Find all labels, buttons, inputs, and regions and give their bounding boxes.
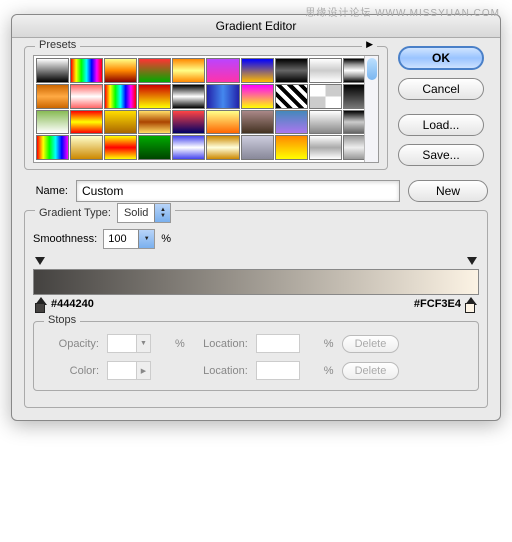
gradient-bar[interactable] [33, 269, 479, 295]
presets-scrollbar[interactable] [364, 56, 378, 162]
preset-swatch[interactable] [206, 110, 239, 135]
smoothness-label: Smoothness: [33, 233, 97, 245]
preset-swatch[interactable] [36, 84, 69, 109]
preset-swatch[interactable] [241, 58, 274, 83]
gradient-type-group: Gradient Type: Solid ▲▼ Smoothness: ▼ % … [24, 210, 488, 408]
opacity-label: Opacity: [44, 338, 99, 350]
preset-swatch[interactable] [275, 58, 308, 83]
preset-swatch[interactable] [138, 58, 171, 83]
preset-swatch[interactable] [309, 110, 342, 135]
dropdown-arrow-icon: ▼ [138, 230, 154, 248]
left-hex-label: #444240 [51, 298, 94, 310]
gradient-type-label: Gradient Type: [39, 207, 111, 219]
name-input[interactable] [76, 180, 400, 202]
opacity-stop-right[interactable] [467, 257, 477, 267]
opacity-field[interactable]: ▼ [107, 334, 151, 353]
color-location-field[interactable] [256, 361, 300, 380]
ok-button[interactable]: OK [398, 46, 484, 70]
preset-swatch[interactable] [172, 84, 205, 109]
gradient-type-value: Solid [118, 207, 154, 219]
preset-swatch[interactable] [241, 135, 274, 160]
preset-swatch[interactable] [309, 135, 342, 160]
preset-swatch[interactable] [36, 110, 69, 135]
preset-swatch[interactable] [206, 135, 239, 160]
preset-swatch[interactable] [309, 84, 342, 109]
preset-swatch[interactable] [172, 135, 205, 160]
opacity-location-field[interactable] [256, 334, 300, 353]
opacity-location-label: Location: [193, 338, 248, 350]
opacity-stop-left[interactable] [35, 257, 45, 267]
color-field[interactable]: ▶ [107, 361, 151, 380]
presets-flyout-icon[interactable]: ▶ [362, 39, 377, 50]
preset-swatch[interactable] [309, 58, 342, 83]
preset-swatch[interactable] [138, 135, 171, 160]
right-hex-label: #FCF3E4 [414, 298, 461, 310]
gradient-type-select[interactable]: Solid ▲▼ [117, 203, 171, 223]
color-stop-left[interactable] [35, 297, 47, 311]
preset-swatch[interactable] [104, 58, 137, 83]
preset-swatch[interactable] [275, 135, 308, 160]
name-label: Name: [24, 185, 68, 197]
preset-swatch[interactable] [275, 110, 308, 135]
preset-swatch[interactable] [104, 135, 137, 160]
preset-swatch[interactable] [70, 58, 103, 83]
color-stop-right[interactable] [465, 297, 477, 311]
opacity-location-pct: % [324, 338, 334, 350]
preset-swatch[interactable] [70, 135, 103, 160]
scrollbar-thumb[interactable] [367, 58, 377, 80]
presets-group: Presets ▶ [24, 46, 388, 170]
preset-swatch[interactable] [241, 110, 274, 135]
chevron-down-icon: ▶ [136, 362, 150, 379]
new-button[interactable]: New [408, 180, 488, 202]
load-button[interactable]: Load... [398, 114, 484, 136]
watermark-text: 思缘设计论坛 WWW.MISSYUAN.COM [305, 4, 500, 19]
gradient-type-row: Gradient Type: Solid ▲▼ [35, 203, 175, 223]
preset-swatch[interactable] [172, 58, 205, 83]
preset-swatch[interactable] [172, 110, 205, 135]
preset-swatch[interactable] [70, 84, 103, 109]
preset-swatch[interactable] [104, 84, 137, 109]
save-button[interactable]: Save... [398, 144, 484, 166]
chevron-down-icon: ▼ [136, 335, 150, 352]
preset-swatch[interactable] [36, 135, 69, 160]
preset-swatch[interactable] [104, 110, 137, 135]
smoothness-input[interactable] [104, 231, 138, 247]
cancel-button[interactable]: Cancel [398, 78, 484, 100]
color-location-pct: % [324, 365, 334, 377]
color-delete-button[interactable]: Delete [342, 362, 400, 380]
preset-swatch[interactable] [36, 58, 69, 83]
smoothness-unit: % [161, 233, 171, 245]
dropdown-arrows-icon: ▲▼ [154, 204, 170, 222]
gradient-editor-dialog: Gradient Editor Presets ▶ OK Cancel Load… [11, 14, 501, 421]
preset-swatch[interactable] [70, 110, 103, 135]
smoothness-field[interactable]: ▼ [103, 229, 155, 249]
stops-label: Stops [44, 314, 80, 326]
presets-label: Presets [35, 39, 80, 51]
opacity-delete-button[interactable]: Delete [342, 335, 400, 353]
color-location-label: Location: [193, 365, 248, 377]
color-label: Color: [44, 365, 99, 377]
preset-swatch[interactable] [206, 58, 239, 83]
presets-grid[interactable] [33, 55, 379, 163]
preset-swatch[interactable] [206, 84, 239, 109]
stops-group: Stops Opacity: ▼ % Location: % Delete Co… [33, 321, 479, 391]
opacity-pct: % [175, 338, 185, 350]
preset-swatch[interactable] [275, 84, 308, 109]
preset-swatch[interactable] [241, 84, 274, 109]
preset-swatch[interactable] [138, 110, 171, 135]
preset-swatch[interactable] [138, 84, 171, 109]
